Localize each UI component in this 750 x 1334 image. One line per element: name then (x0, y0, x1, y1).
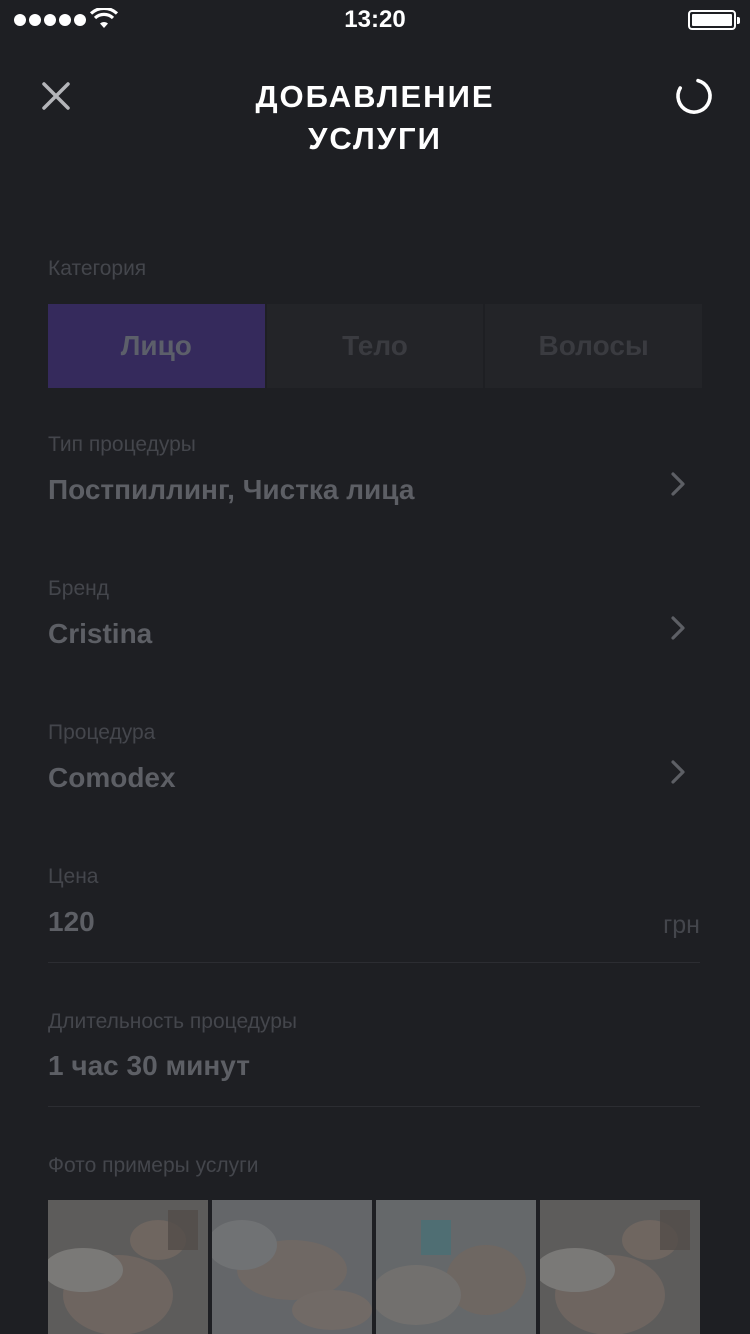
page-title: ДОБАВЛЕНИЕ УСЛУГИ (175, 76, 575, 160)
chevron-right-icon (671, 472, 685, 496)
page-title-text: ДОБАВЛЕНИЕ УСЛУГИ (255, 79, 495, 156)
add-service-screen: 13:20 ДОБАВЛЕНИЕ УСЛУГИ Категория Лицо Т… (0, 0, 750, 1334)
duration-input[interactable]: 1 час 30 минут (48, 1050, 250, 1082)
procedure-label: Процедура (48, 721, 156, 744)
chevron-right-icon (671, 760, 685, 784)
price-input[interactable]: 120 (48, 906, 95, 938)
procedure-value: Comodex (48, 762, 176, 793)
photo-thumbnail[interactable] (48, 1200, 208, 1334)
price-unit: грн (663, 911, 700, 939)
duration-label: Длительность процедуры (48, 1010, 297, 1033)
category-option-face[interactable]: Лицо (48, 304, 265, 388)
category-option-body[interactable]: Тело (266, 304, 484, 388)
category-option-hair[interactable]: Волосы (485, 304, 703, 388)
divider (48, 962, 700, 963)
photo-thumbnail[interactable] (540, 1200, 700, 1334)
photo-gallery (48, 1200, 700, 1334)
battery-icon (688, 10, 740, 30)
price-label: Цена (48, 865, 99, 888)
chevron-right-icon (671, 616, 685, 640)
photo-thumbnail[interactable] (376, 1200, 536, 1334)
status-time: 13:20 (344, 6, 406, 33)
photos-label: Фото примеры услуги (48, 1154, 259, 1177)
category-segmented-control: Лицо Тело Волосы (48, 304, 703, 388)
loading-spinner-icon (676, 78, 712, 114)
category-label: Категория (48, 257, 147, 280)
photo-thumbnail[interactable] (212, 1200, 372, 1334)
divider (48, 1106, 700, 1107)
brand-label: Бренд (48, 577, 109, 600)
procedure-type-label: Тип процедуры (48, 433, 196, 456)
procedure-type-value: Постпиллинг, Чистка лица (48, 474, 415, 505)
status-bar: 13:20 (0, 0, 750, 40)
close-icon[interactable] (38, 78, 74, 114)
brand-value: Cristina (48, 618, 153, 649)
